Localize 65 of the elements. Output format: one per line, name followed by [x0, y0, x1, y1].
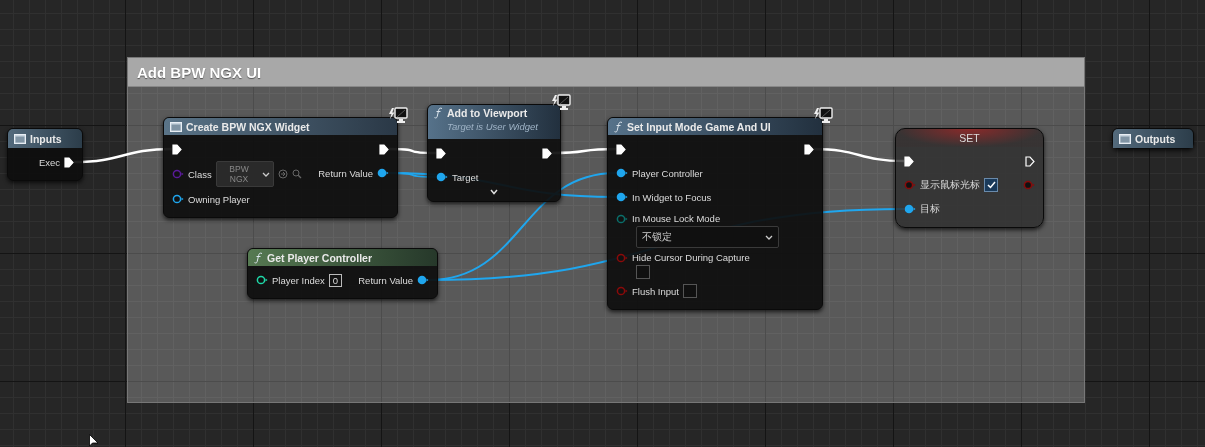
node-title: Outputs [1135, 132, 1176, 145]
arrow-circle-icon[interactable] [278, 169, 289, 179]
exec-pin[interactable] [542, 147, 552, 159]
blueprint-node[interactable]: Set Input Mode Game And UI Player Controller In Widget to Focus In Mouse Lock Mode 不锁定 Hide Cursor During Capture Flush Input [607, 117, 823, 310]
pin-label: Flush Input [632, 285, 679, 297]
data-pin[interactable] [377, 168, 389, 178]
node-title: Create BPW NGX Widget [186, 120, 310, 133]
widget-icon [14, 133, 26, 144]
exec-pin[interactable] [616, 143, 626, 155]
function-icon [614, 120, 623, 133]
data-pin[interactable] [172, 194, 184, 204]
pin-label: Player Controller [632, 167, 703, 179]
blueprint-node[interactable]: Inputs Exec [7, 128, 83, 181]
node-title: Add to Viewport [447, 107, 529, 119]
exec-pin[interactable] [904, 155, 914, 167]
chevron-down-icon [765, 234, 773, 240]
node-title: Set Input Mode Game And UI [627, 120, 771, 133]
node-title: SET [959, 132, 980, 144]
pin-label: In Mouse Lock Mode [632, 213, 721, 224]
function-icon [434, 107, 443, 119]
function-icon [254, 251, 263, 264]
pin-label: 显示鼠标光标 [920, 178, 980, 192]
exec-pin[interactable] [64, 156, 74, 168]
blueprint-node[interactable]: Get Player Controller Player Index 0 Return Value [247, 248, 438, 299]
data-pin[interactable] [616, 168, 628, 178]
data-pin[interactable] [417, 275, 429, 285]
search-icon[interactable] [292, 169, 303, 179]
pin-label: 目标 [920, 202, 940, 216]
exec-pin[interactable] [1025, 155, 1035, 167]
dropdown[interactable]: BPW NGX [215, 161, 275, 187]
dropdown[interactable]: 不锁定 [636, 226, 779, 248]
pin-label: Hide Cursor During Capture [632, 252, 750, 263]
data-pin[interactable] [256, 275, 268, 285]
pin-label: Class [188, 168, 212, 180]
exec-pin[interactable] [436, 147, 446, 159]
exec-pin[interactable] [804, 143, 814, 155]
exec-pin[interactable] [172, 143, 182, 155]
pin-label: Owning Player [188, 193, 250, 205]
chevron-down-icon [262, 171, 271, 177]
node-title: Get Player Controller [267, 251, 373, 264]
data-pin[interactable] [436, 172, 448, 182]
widget-icon [170, 121, 182, 132]
pin-label: In Widget to Focus [632, 191, 712, 203]
mouse-cursor-icon [89, 434, 99, 447]
pin-label: Return Value [318, 167, 373, 179]
chevron-down-icon[interactable] [490, 189, 498, 195]
blueprint-node[interactable]: Create BPW NGX Widget Class BPW NGX Return Value Owning Player [163, 117, 398, 218]
exec-pin[interactable] [379, 143, 389, 155]
blueprint-node[interactable]: SET 显示鼠标光标 目标 [895, 128, 1044, 228]
comment-title: Add BPW NGX UI [137, 63, 262, 81]
number-field[interactable]: 0 [328, 273, 342, 287]
pin-label: Return Value [358, 274, 413, 286]
checkbox[interactable] [984, 178, 998, 192]
pin-label: Exec [38, 156, 60, 168]
blueprint-node[interactable]: Outputs [1112, 128, 1194, 149]
pin-label: Player Index [272, 274, 325, 286]
checkbox[interactable] [636, 265, 650, 279]
widget-icon [1119, 133, 1131, 144]
node-subtitle: Target is User Widget [447, 121, 538, 132]
node-title: Inputs [30, 132, 62, 145]
pin-label: Target [452, 171, 479, 183]
blueprint-node[interactable]: Add to Viewport Target is User Widget Target [427, 104, 561, 202]
checkbox[interactable] [683, 284, 697, 298]
data-pin[interactable] [904, 204, 916, 214]
data-pin[interactable] [616, 192, 628, 202]
